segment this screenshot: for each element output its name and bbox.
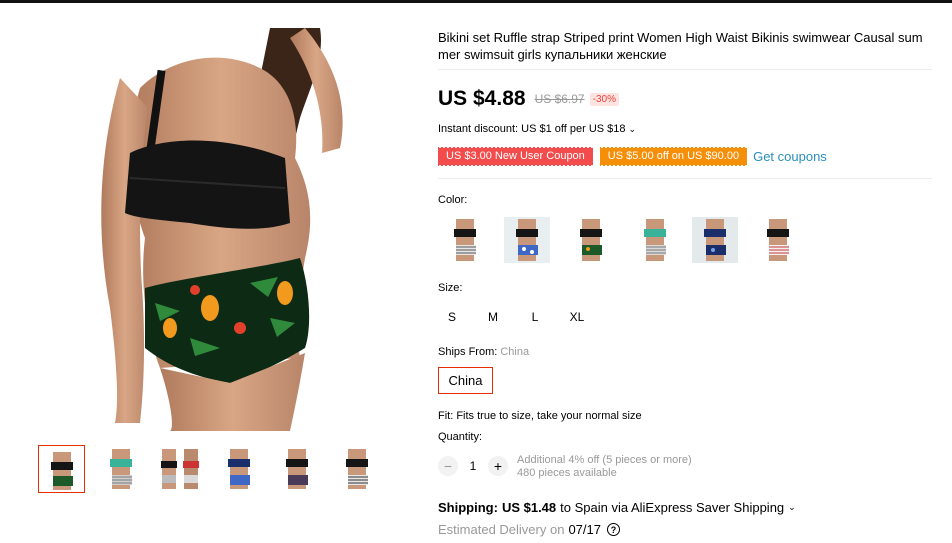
current-price: US $4.88 [438,87,526,110]
delivery-label: Estimated Delivery on [438,522,565,537]
color-swatch-blue-floral[interactable] [504,217,550,263]
new-user-coupon[interactable]: US $3.00 New User Coupon [438,145,593,167]
quantity-value[interactable]: 1 [458,459,488,473]
thumbnail-5[interactable] [274,445,321,493]
original-price: US $6.97 [534,92,585,106]
divider [438,178,932,179]
size-option-xl[interactable]: XL [566,304,588,330]
quantity-stepper: − 1 + [438,455,508,477]
quantity-increase-button[interactable]: + [488,456,508,476]
get-coupons-link[interactable]: Get coupons [753,149,827,164]
quantity-decrease-button[interactable]: − [438,456,458,476]
color-swatch-green-tropical[interactable] [568,217,614,263]
thumbnail-3[interactable] [156,445,203,493]
color-swatch-mint-striped[interactable] [632,217,678,263]
coupon-row: US $3.00 New User Coupon US $5.00 off on… [438,145,827,167]
ships-from-label: Ships From: [438,346,498,358]
ships-from: Ships From: China [438,346,529,358]
color-swatch-navy-floral[interactable] [692,217,738,263]
help-icon[interactable]: ? [607,523,620,536]
size-option-l[interactable]: L [528,304,542,330]
size-option-s[interactable]: S [444,304,460,330]
quantity-label: Quantity: [438,431,483,443]
fit-info: Fit: Fits true to size, take your normal… [438,410,642,422]
shipping-price: US $1.48 [501,500,557,515]
delivery-date: 07/17 [568,522,601,537]
discount-badge: -30% [589,92,619,106]
quantity-notes: Additional 4% off (5 pieces or more) 480… [517,454,692,480]
shipping-label: Shipping: [438,500,498,515]
shipping-info[interactable]: Shipping: US $1.48 to Spain via AliExpre… [438,500,796,515]
top-border [0,0,952,3]
color-label: Color: [438,194,468,206]
thumbnail-4[interactable] [216,445,263,493]
price-row: US $4.88 US $6.97 -30% [438,86,619,112]
estimated-delivery: Estimated Delivery on 07/17 ? [438,522,620,537]
ships-from-option-china[interactable]: China [438,367,493,394]
chevron-down-icon: ⌄ [788,502,796,512]
thumbnail-1[interactable] [38,445,85,493]
store-coupon[interactable]: US $5.00 off on US $90.00 [599,145,748,167]
instant-discount-text: Instant discount: US $1 off per US $18 [438,123,626,135]
size-label: Size: [438,282,463,294]
instant-discount[interactable]: Instant discount: US $1 off per US $18 ⌄ [438,123,636,135]
product-title: Bikini set Ruffle strap Striped print Wo… [438,30,923,62]
shipping-method: to Spain via AliExpress Saver Shipping [560,500,785,515]
ships-from-value: China [500,346,530,358]
thumbnail-6[interactable] [334,445,381,493]
color-swatch-white-striped[interactable] [442,217,488,263]
chevron-down-icon: ⌄ [628,123,637,134]
main-product-image[interactable] [100,28,386,431]
divider [438,69,932,70]
thumbnail-2[interactable] [98,445,145,493]
color-swatch-red-striped[interactable] [755,217,801,263]
bulk-discount-note: Additional 4% off (5 pieces or more) [517,454,692,466]
stock-note: 480 pieces available [517,467,617,479]
thumbnail-strip [38,445,388,495]
size-option-m[interactable]: M [484,304,502,330]
